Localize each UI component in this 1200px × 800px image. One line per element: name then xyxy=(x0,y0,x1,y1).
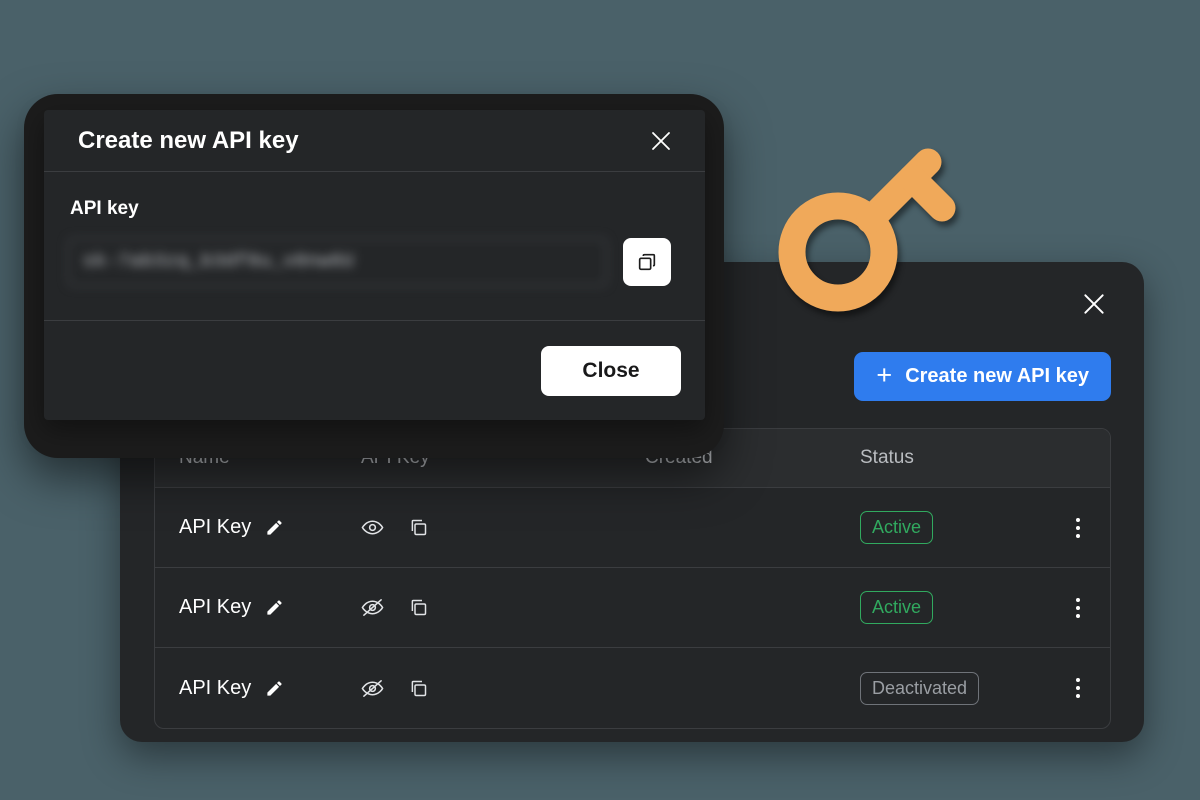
copy-icon[interactable] xyxy=(408,517,429,538)
eye-off-icon[interactable] xyxy=(361,677,384,700)
status-badge: Deactivated xyxy=(860,671,980,705)
api-key-field-label: API key xyxy=(70,198,139,219)
kebab-menu-icon[interactable] xyxy=(1070,592,1086,624)
api-key-field-row xyxy=(68,238,671,286)
eye-off-icon[interactable] xyxy=(361,596,384,619)
api-key-input[interactable] xyxy=(68,238,607,286)
row-status-cell: Active xyxy=(860,591,1045,624)
copy-api-key-button[interactable] xyxy=(623,238,671,286)
kebab-menu-icon[interactable] xyxy=(1070,672,1086,704)
eye-icon[interactable] xyxy=(361,516,384,539)
status-badge: Active xyxy=(860,591,934,624)
close-button[interactable]: Close xyxy=(541,345,681,396)
kebab-menu-icon[interactable] xyxy=(1070,512,1086,544)
table-row: API Key xyxy=(155,648,1110,728)
plus-icon: + xyxy=(876,359,893,390)
column-header-status: Status xyxy=(860,447,914,468)
copy-icon[interactable] xyxy=(408,597,429,618)
pencil-icon[interactable] xyxy=(265,598,284,617)
copy-icon[interactable] xyxy=(408,678,429,699)
api-key-name: API Key xyxy=(179,676,252,699)
modal-header: Create new API key xyxy=(44,110,705,172)
table-row: API Key xyxy=(155,568,1110,648)
status-badge: Active xyxy=(860,511,934,544)
row-api-key-cell xyxy=(345,677,645,700)
close-icon xyxy=(1084,294,1104,314)
row-name-cell: API Key xyxy=(155,677,345,700)
close-icon xyxy=(652,131,670,150)
api-key-name: API Key xyxy=(179,596,252,618)
row-name-cell: API Key xyxy=(155,596,345,619)
panel-close-button[interactable] xyxy=(1074,284,1114,324)
pencil-icon[interactable] xyxy=(265,679,284,698)
table-row: API Key xyxy=(155,488,1110,568)
key-illustration xyxy=(778,148,956,312)
api-key-name: API Key xyxy=(179,516,252,538)
modal-footer: Close xyxy=(44,320,705,420)
row-status-cell: Active xyxy=(860,511,1045,544)
create-new-api-key-button[interactable]: + Create new API key xyxy=(854,352,1111,401)
modal-close-icon-button[interactable] xyxy=(643,123,679,159)
copy-icon xyxy=(638,253,656,271)
pencil-icon[interactable] xyxy=(265,518,284,537)
create-new-api-key-modal: Create new API key API key Close xyxy=(44,110,705,420)
modal-title: Create new API key xyxy=(78,126,299,154)
key-tooth xyxy=(898,164,956,222)
row-status-cell: Deactivated xyxy=(860,671,1045,705)
row-api-key-cell xyxy=(345,596,645,619)
row-api-key-cell xyxy=(345,516,645,539)
row-name-cell: API Key xyxy=(155,516,345,539)
create-new-api-key-label: Create new API key xyxy=(905,365,1089,387)
api-keys-table: Name API Key Created Status API Key xyxy=(154,428,1111,729)
